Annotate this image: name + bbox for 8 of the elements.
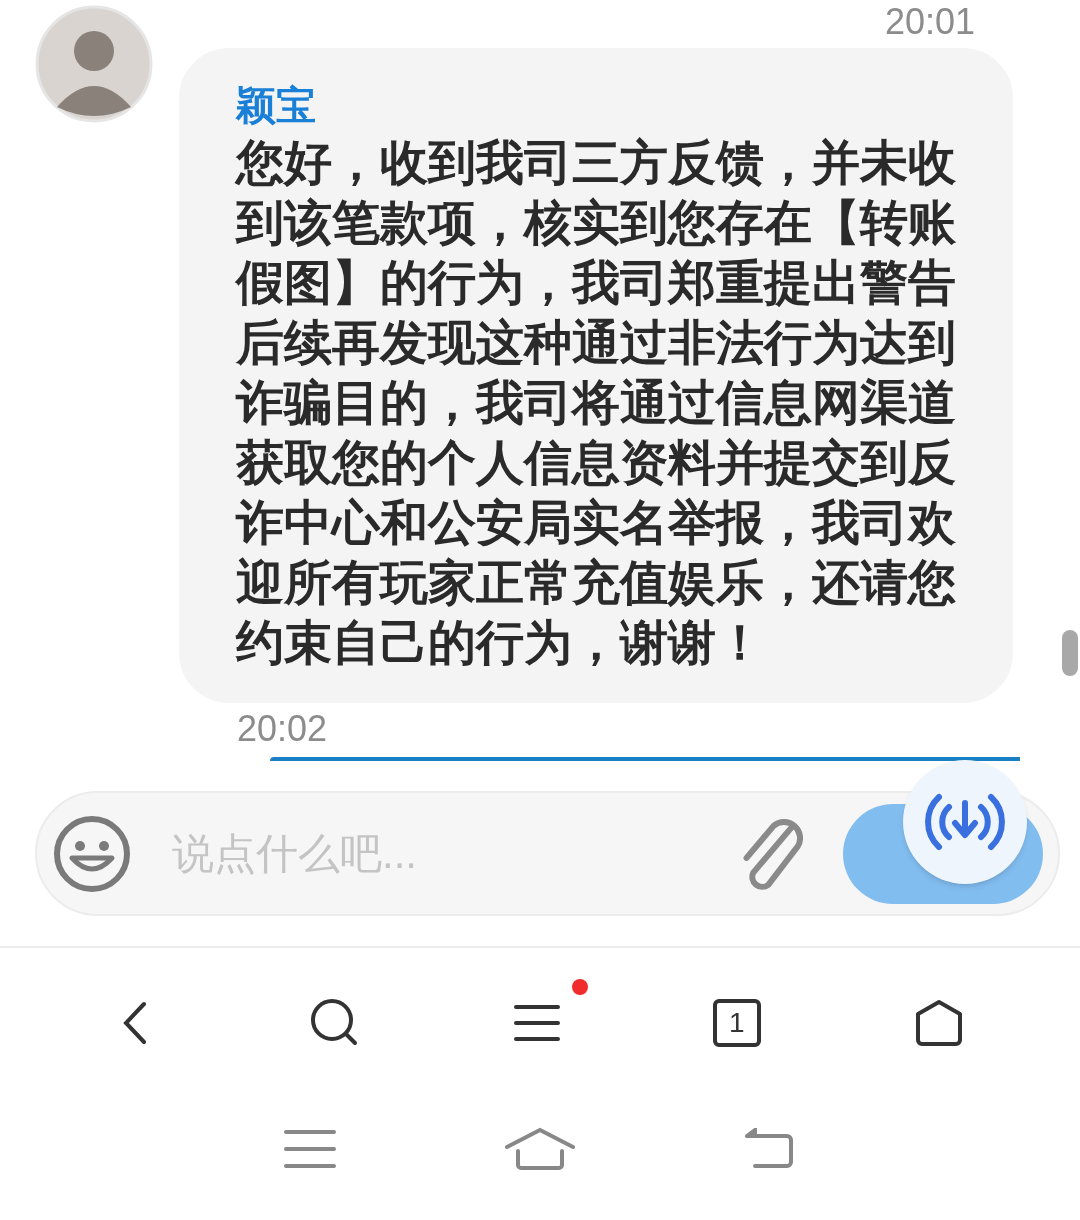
sender-name: 颖宝	[236, 82, 317, 129]
home-icon[interactable]	[913, 998, 964, 1048]
message-text: 您好，收到我司三方反馈，并未收到该笔款项，核实到您存在【转账假图】的行为，我司郑重提出警告后续再发现这种通过非法行为达到诈骗目的，我司将通过信息网渠道获取您的个人信息资料并提交到反诈中心和公安局实名举报，我司欢迎所有玩家正常充值娱乐，还请您约束自己的行为，谢谢！	[236, 135, 957, 671]
scrollbar-thumb	[1062, 630, 1078, 676]
emoji-icon[interactable]	[52, 813, 132, 894]
message-time: 20:02	[237, 709, 329, 749]
message-time: 20:01	[884, 2, 975, 42]
tabs-button[interactable]: 1	[712, 999, 761, 1047]
